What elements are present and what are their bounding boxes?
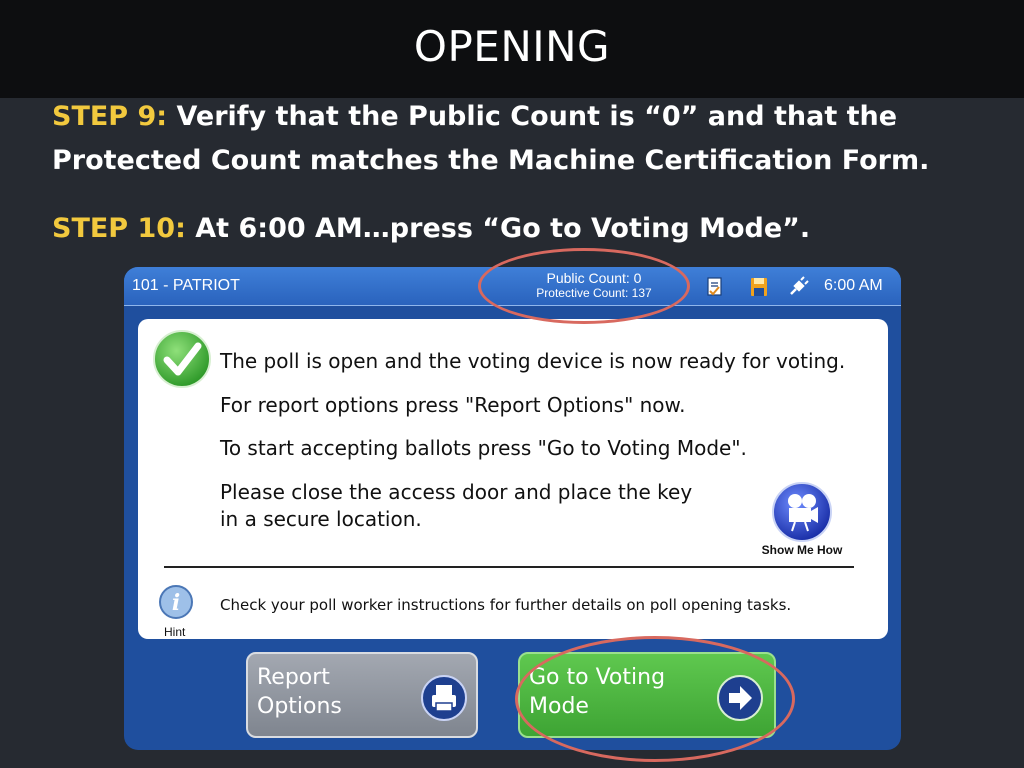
message-line-4: Please close the access door and place t… xyxy=(220,480,693,504)
report-options-label-line2: Options xyxy=(257,694,342,719)
printer-icon xyxy=(421,675,467,721)
step10-text: At 6:00 AM…press “Go to Voting Mode”. xyxy=(195,213,811,244)
step9-text-line1: Verify that the Public Count is “0” and … xyxy=(176,101,898,132)
info-hint-icon[interactable]: i xyxy=(158,584,194,620)
report-options-button[interactable]: Report Options xyxy=(246,652,478,738)
protective-count: Protective Count: 137 xyxy=(536,286,652,300)
clock-time: 6:00 AM xyxy=(824,277,883,294)
message-line-1: The poll is open and the voting device i… xyxy=(220,349,846,373)
screen-titlebar: 101 - PATRIOT Public Count: 0 Protective… xyxy=(124,267,901,306)
arrow-right-icon xyxy=(717,675,763,721)
hint-text: Check your poll worker instructions for … xyxy=(220,596,792,614)
message-line-3: To start accepting ballots press "Go to … xyxy=(220,436,747,460)
step10-label: STEP 10: xyxy=(52,213,186,244)
message-line-2: For report options press "Report Options… xyxy=(220,393,686,417)
film-projector-icon xyxy=(772,482,832,542)
svg-text:i: i xyxy=(172,590,180,616)
show-me-how-label: Show Me How xyxy=(761,543,843,557)
step10-line: STEP 10: At 6:00 AM…press “Go to Voting … xyxy=(52,207,810,251)
step9-text-line2: Protected Count matches the Machine Cert… xyxy=(52,145,930,176)
step9-label: STEP 9: xyxy=(52,101,168,132)
step9-line1: STEP 9: Verify that the Public Count is … xyxy=(52,95,897,139)
message-card: The poll is open and the voting device i… xyxy=(138,319,888,639)
public-count: Public Count: 0 xyxy=(546,270,642,286)
go-to-voting-mode-label-line1: Go to Voting xyxy=(529,665,666,690)
precinct-name: 101 - PATRIOT xyxy=(132,277,240,294)
report-options-label-line1: Report xyxy=(257,665,330,690)
voting-device-screen: 101 - PATRIOT Public Count: 0 Protective… xyxy=(124,267,901,750)
go-to-voting-mode-label-line2: Mode xyxy=(529,694,589,719)
report-document-icon[interactable] xyxy=(704,276,726,298)
show-me-how-button[interactable]: Show Me How xyxy=(754,481,854,561)
save-memory-card-icon[interactable] xyxy=(748,276,770,298)
count-display: Public Count: 0 Protective Count: 137 xyxy=(514,270,674,301)
slide-header: OPENING xyxy=(0,0,1024,98)
go-to-voting-mode-label: Go to Voting Mode xyxy=(529,663,665,721)
message-line-5: in a secure location. xyxy=(220,507,422,531)
report-options-label: Report Options xyxy=(257,663,342,721)
go-to-voting-mode-button[interactable]: Go to Voting Mode xyxy=(518,652,776,738)
success-check-icon xyxy=(153,330,211,388)
divider xyxy=(164,566,854,568)
slide-title: OPENING xyxy=(413,22,611,71)
hint-label: Hint xyxy=(164,625,186,639)
power-plug-icon[interactable] xyxy=(787,276,809,298)
